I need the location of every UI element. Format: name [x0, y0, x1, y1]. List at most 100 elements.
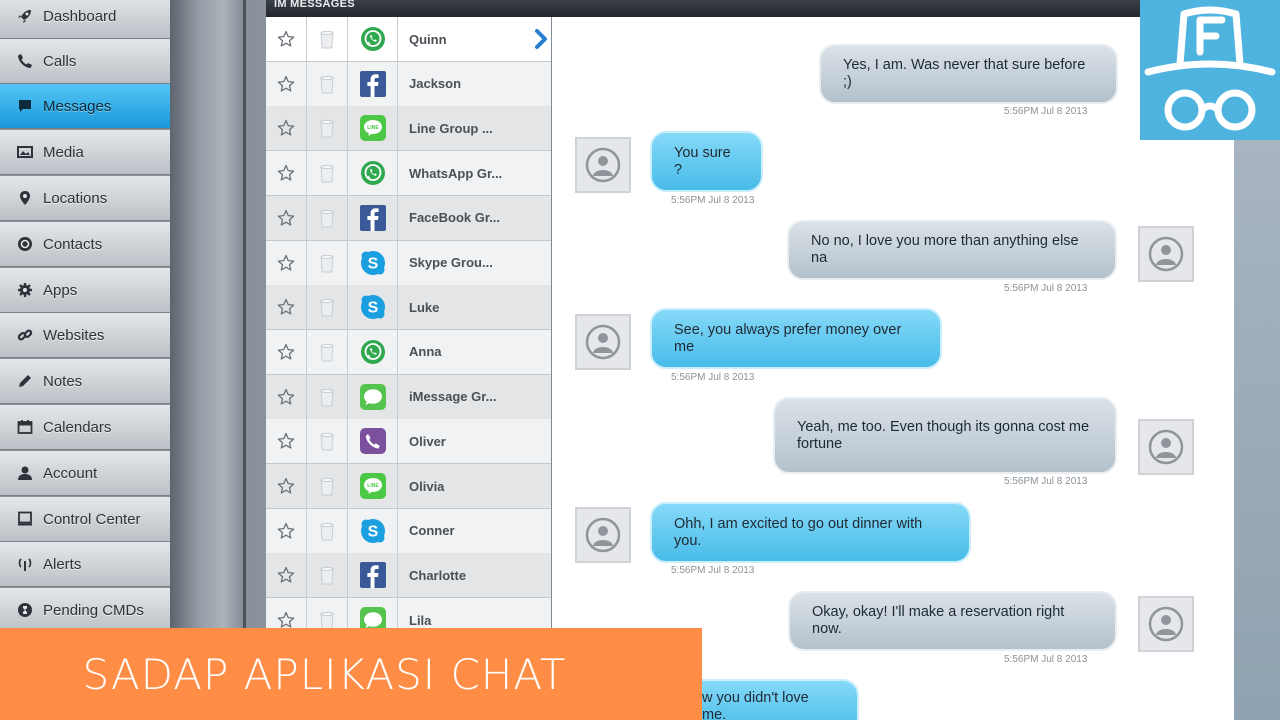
conversation-row[interactable]: S Skype Grou... — [266, 240, 551, 286]
contact-name: Luke — [409, 299, 440, 315]
chevron-right-icon[interactable] — [533, 29, 549, 49]
sidebar-nav: Dashboard Calls Messages Media Locations… — [0, 0, 170, 720]
contact-name: FaceBook Gr... — [409, 210, 501, 226]
sidebar-item-account[interactable]: Account — [0, 451, 170, 496]
star-icon[interactable] — [266, 418, 307, 464]
sidebar-item-dashboard[interactable]: Dashboard — [0, 0, 170, 39]
conversation-row[interactable]: S Luke — [266, 284, 551, 331]
star-icon[interactable] — [266, 105, 307, 151]
sidebar-item-websites[interactable]: Websites — [0, 313, 170, 358]
trash-icon[interactable] — [307, 195, 348, 241]
trash-icon[interactable] — [307, 418, 348, 464]
sidebar-item-label: Control Center — [43, 510, 141, 528]
conversation-row[interactable]: Anna — [266, 329, 551, 375]
sidebar-item-apps[interactable]: Apps — [0, 268, 170, 313]
contact-name: Conner — [409, 523, 455, 539]
trash-icon[interactable] — [307, 552, 348, 598]
message-timestamp: 5:56PM Jul 8 2013 — [1004, 106, 1088, 117]
conversation-row[interactable]: iMessage Gr... — [266, 374, 551, 420]
trash-icon[interactable] — [307, 508, 348, 554]
signal-icon — [16, 555, 34, 573]
phone-icon — [16, 52, 34, 70]
sidebar-item-label: Websites — [43, 326, 105, 344]
sidebar-item-calendars[interactable]: Calendars — [0, 405, 170, 450]
trash-icon[interactable] — [307, 16, 348, 62]
conversation-row[interactable]: Jackson — [266, 61, 551, 107]
conversation-row[interactable]: LINE Olivia — [266, 463, 551, 509]
sidebar-item-contacts[interactable]: Contacts — [0, 222, 170, 267]
sidebar-item-label: Pending CMDs — [43, 601, 144, 619]
whatsapp-icon — [348, 16, 398, 62]
message-timestamp: 5:56PM Jul 8 2013 — [671, 372, 755, 383]
avatar — [575, 137, 631, 193]
sidebar-item-media[interactable]: Media — [0, 130, 170, 175]
message-timestamp: 5:56PM Jul 8 2013 — [1004, 476, 1088, 487]
contact-name: Oliver — [409, 433, 446, 449]
gear-icon — [16, 281, 34, 299]
conversation-row[interactable]: S Conner — [266, 508, 551, 554]
conversation-row[interactable]: FaceBook Gr... — [266, 195, 551, 241]
facebook-icon — [348, 195, 398, 241]
contact-name: Skype Grou... — [409, 255, 493, 270]
sidebar-item-pending-cmds[interactable]: Pending CMDs — [0, 588, 170, 633]
contact-name: Anna — [409, 344, 442, 360]
star-icon[interactable] — [266, 284, 307, 330]
conversation-row[interactable]: WhatsApp Gr... — [266, 150, 551, 197]
message-bubble-incoming: See, you always prefer money over me — [650, 308, 942, 369]
star-icon[interactable] — [266, 552, 307, 598]
star-icon[interactable] — [266, 16, 307, 62]
star-icon[interactable] — [266, 463, 307, 509]
trash-icon[interactable] — [307, 240, 348, 285]
star-icon[interactable] — [266, 195, 307, 241]
trash-icon[interactable] — [307, 284, 348, 330]
calendar-icon — [16, 418, 34, 436]
svg-text:S: S — [367, 300, 378, 317]
trash-icon[interactable] — [307, 329, 348, 375]
trash-icon[interactable] — [307, 374, 348, 420]
contact-name: WhatsApp Gr... — [409, 165, 503, 181]
sidebar-item-alerts[interactable]: Alerts — [0, 542, 170, 587]
conversation-row[interactable]: LINE Line Group ... — [266, 105, 551, 152]
conversation-row[interactable]: Quinn — [266, 16, 551, 62]
star-icon[interactable] — [266, 329, 307, 375]
pending-icon — [16, 601, 34, 619]
message-timestamp: 5:56PM Jul 8 2013 — [671, 565, 755, 576]
location-pin-icon — [16, 189, 34, 207]
conversation-row[interactable]: Charlotte — [266, 552, 551, 599]
svg-text:S: S — [367, 523, 378, 540]
trash-icon[interactable] — [307, 105, 348, 151]
star-icon[interactable] — [266, 374, 307, 420]
sidebar-item-notes[interactable]: Notes — [0, 359, 170, 404]
trash-icon[interactable] — [307, 61, 348, 107]
sidebar-item-label: Contacts — [43, 235, 103, 253]
contact-name: Line Group ... — [409, 120, 493, 136]
sidebar-item-messages[interactable]: Messages — [0, 84, 170, 129]
media-icon — [16, 143, 34, 161]
star-icon[interactable] — [266, 61, 307, 107]
sidebar-item-control-center[interactable]: Control Center — [0, 497, 170, 542]
avatar — [1138, 226, 1194, 282]
message-bubble-outgoing: Yes, I am. Was never that sure before ;) — [819, 44, 1118, 104]
viber-icon — [348, 418, 398, 464]
line-icon: LINE — [348, 105, 398, 151]
promo-banner: SADAP APLIKASI CHAT — [0, 628, 702, 720]
spy-icon — [1144, 6, 1276, 131]
trash-icon[interactable] — [307, 150, 348, 196]
sidebar-item-calls[interactable]: Calls — [0, 39, 170, 84]
sidebar-item-label: Notes — [43, 372, 83, 390]
contact-name: Olivia — [409, 478, 445, 494]
trash-icon[interactable] — [307, 463, 348, 509]
star-icon[interactable] — [266, 508, 307, 554]
sidebar-item-label: Account — [43, 464, 98, 482]
message-bubble-incoming: You sure ? — [650, 131, 763, 192]
banner-text: SADAP APLIKASI CHAT — [82, 649, 567, 699]
contact-name: iMessage Gr... — [409, 389, 497, 405]
sidebar-item-locations[interactable]: Locations — [0, 176, 170, 221]
star-icon[interactable] — [266, 150, 307, 196]
conversation-row[interactable]: Oliver — [266, 418, 551, 465]
contact-name: Charlotte — [409, 567, 467, 583]
contact-name: Quinn — [409, 31, 447, 47]
star-icon[interactable] — [266, 240, 307, 285]
svg-text:LINE: LINE — [367, 483, 379, 489]
monitor-icon — [16, 510, 34, 528]
